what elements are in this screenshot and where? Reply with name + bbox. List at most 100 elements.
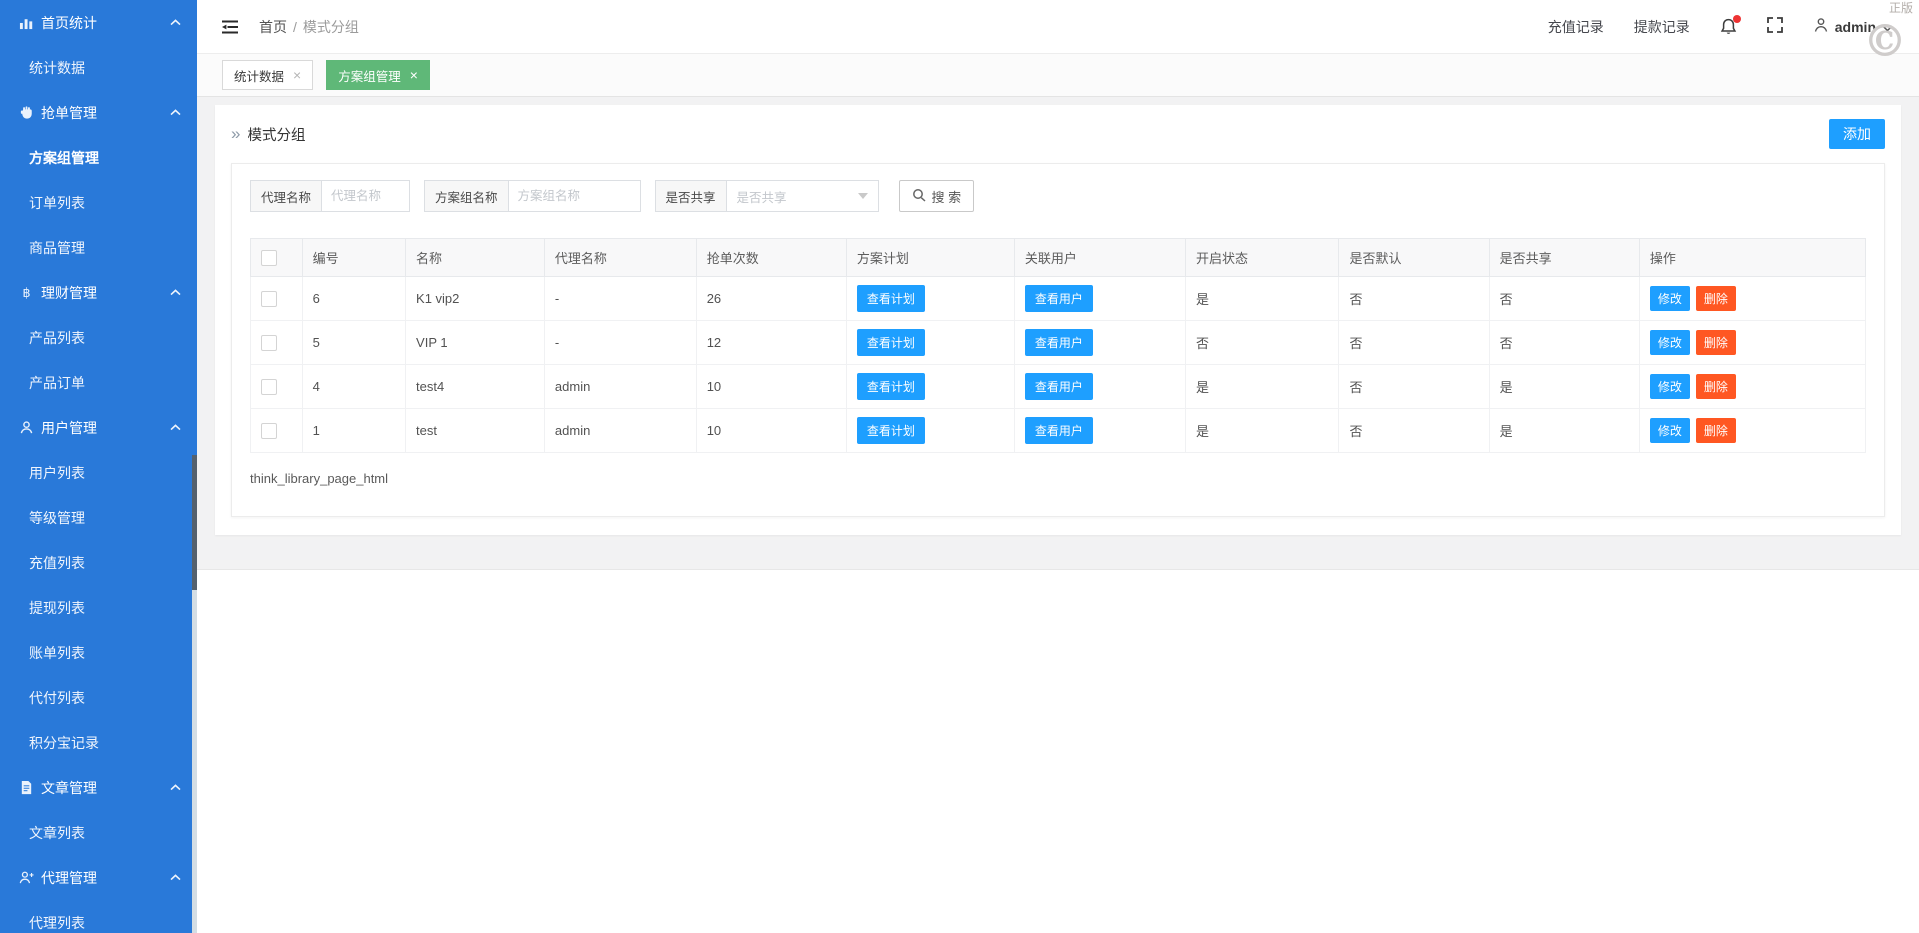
cell-agent: admin: [543, 364, 697, 409]
cell-status: 是: [1185, 408, 1340, 453]
sidebar-item-代理列表[interactable]: 代理列表: [0, 900, 197, 933]
column-header-抢单次数: 抢单次数: [695, 238, 847, 277]
delete-button[interactable]: 删除: [1695, 418, 1736, 443]
withdraw-records-link[interactable]: 提款记录: [1634, 17, 1690, 37]
sidebar-item-label: 方案组管理: [29, 149, 99, 166]
search-button-label: 搜 索: [931, 189, 962, 205]
sidebar-item-文章管理[interactable]: 文章管理: [0, 765, 197, 810]
sidebar-item-方案组管理[interactable]: 方案组管理: [0, 135, 197, 180]
view-users-button[interactable]: 查看用户: [1024, 417, 1093, 444]
agent-name-input[interactable]: [322, 180, 411, 212]
share-label: 是否共享: [654, 180, 727, 212]
view-plan-button[interactable]: 查看计划: [856, 417, 925, 444]
share-select-value: 是否共享: [736, 190, 787, 205]
view-plan-button[interactable]: 查看计划: [856, 373, 925, 400]
sidebar-item-提现列表[interactable]: 提现列表: [0, 585, 197, 630]
delete-button[interactable]: 删除: [1695, 286, 1736, 311]
cell-users: 查看用户: [1013, 276, 1187, 321]
notification-bell-icon[interactable]: [1720, 14, 1741, 36]
sidebar-item-统计数据[interactable]: 统计数据: [0, 45, 197, 90]
row-select-cell: [250, 320, 303, 365]
view-plan-button[interactable]: 查看计划: [856, 285, 925, 312]
chevron-up-icon: [170, 19, 181, 26]
cell-status: 是: [1185, 276, 1340, 321]
sidebar-item-label: 代理管理: [41, 869, 97, 886]
view-users-button[interactable]: 查看用户: [1024, 373, 1093, 400]
cell-actions: 修改 删除: [1638, 320, 1867, 365]
select-all-checkbox[interactable]: [261, 249, 277, 266]
fullscreen-icon[interactable]: [1766, 17, 1783, 36]
group-name-label: 方案组名称: [424, 180, 509, 212]
breadcrumb-home[interactable]: 首页: [259, 17, 287, 37]
sidebar-item-文章列表[interactable]: 文章列表: [0, 810, 197, 855]
edit-button[interactable]: 修改: [1649, 286, 1690, 311]
delete-button[interactable]: 删除: [1695, 374, 1736, 399]
cell-id: 5: [301, 320, 407, 365]
sidebar-item-理财管理[interactable]: ฿ 理财管理: [0, 270, 197, 315]
finance-icon: ฿: [18, 285, 34, 301]
sidebar-item-首页统计[interactable]: 首页统计: [0, 0, 197, 45]
sidebar-item-label: 商品管理: [29, 239, 85, 256]
add-button[interactable]: 添加: [1829, 119, 1885, 149]
footer-note: think_library_page_html: [250, 471, 389, 486]
sidebar-item-账单列表[interactable]: 账单列表: [0, 630, 197, 675]
row-checkbox[interactable]: [261, 290, 277, 307]
sidebar-item-充值列表[interactable]: 充值列表: [0, 540, 197, 585]
tab-统计数据[interactable]: 统计数据 ×: [222, 60, 314, 90]
svg-text:฿: ฿: [22, 286, 30, 300]
cell-status: 是: [1185, 364, 1340, 409]
view-users-button[interactable]: 查看用户: [1024, 329, 1093, 356]
user-avatar-icon: [1813, 17, 1829, 36]
topbar: 首页 / 模式分组 充值记录 提款记录 admin: [197, 0, 1919, 54]
group-name-input[interactable]: [508, 180, 641, 212]
search-button[interactable]: 搜 索: [898, 180, 975, 212]
cell-id: 1: [301, 408, 407, 453]
user-icon: [18, 420, 34, 436]
tab-close-icon[interactable]: ×: [293, 68, 301, 82]
view-plan-button[interactable]: 查看计划: [856, 329, 925, 356]
row-checkbox[interactable]: [261, 378, 277, 395]
sidebar-item-label: 订单列表: [29, 194, 85, 211]
watermark-copyright-icon: ©: [1863, 16, 1907, 67]
cell-plan: 查看计划: [845, 364, 1015, 409]
column-header-代理名称: 代理名称: [543, 238, 697, 277]
view-users-button[interactable]: 查看用户: [1024, 285, 1093, 312]
breadcrumb-current: 模式分组: [302, 18, 359, 35]
sidebar-item-积分宝记录[interactable]: 积分宝记录: [0, 720, 197, 765]
chevron-up-icon: [170, 784, 181, 791]
notification-dot: [1732, 14, 1741, 23]
tab-close-icon[interactable]: ×: [410, 68, 418, 82]
cell-plan: 查看计划: [845, 276, 1015, 321]
edit-button[interactable]: 修改: [1649, 374, 1690, 399]
cell-actions: 修改 删除: [1638, 276, 1867, 321]
topbar-right: 充值记录 提款记录 admin: [1548, 14, 1893, 37]
group-name-filter: 方案组名称: [424, 180, 641, 212]
edit-button[interactable]: 修改: [1649, 418, 1690, 443]
column-header-名称: 名称: [405, 238, 545, 277]
sidebar-item-产品订单[interactable]: 产品订单: [0, 360, 197, 405]
sidebar-toggle-icon[interactable]: [221, 19, 239, 35]
cell-status: 否: [1185, 320, 1340, 365]
cell-name: test: [405, 408, 545, 453]
share-select[interactable]: 是否共享: [726, 180, 879, 212]
sidebar-item-订单列表[interactable]: 订单列表: [0, 180, 197, 225]
sidebar-item-商品管理[interactable]: 商品管理: [0, 225, 197, 270]
row-checkbox[interactable]: [261, 422, 277, 439]
tab-方案组管理[interactable]: 方案组管理 ×: [326, 60, 430, 90]
edit-button[interactable]: 修改: [1649, 330, 1690, 355]
panel-header: » 模式分组 添加: [231, 119, 1885, 149]
cell-name: K1 vip2: [405, 276, 545, 321]
row-checkbox[interactable]: [261, 334, 277, 351]
sidebar-item-等级管理[interactable]: 等级管理: [0, 495, 197, 540]
sidebar-item-代理管理[interactable]: 代理管理: [0, 855, 197, 900]
sidebar-item-抢单管理[interactable]: 抢单管理: [0, 90, 197, 135]
sidebar-item-用户列表[interactable]: 用户列表: [0, 450, 197, 495]
sidebar-item-用户管理[interactable]: 用户管理: [0, 405, 197, 450]
cell-users: 查看用户: [1013, 364, 1187, 409]
delete-button[interactable]: 删除: [1695, 330, 1736, 355]
sidebar-item-代付列表[interactable]: 代付列表: [0, 675, 197, 720]
cell-default: 否: [1338, 320, 1490, 365]
table-header-row: 编号 名称 代理名称 抢单次数 方案计划 关联用户 开启状态 是否默认 是否共享 操作: [250, 238, 1867, 277]
sidebar-item-产品列表[interactable]: 产品列表: [0, 315, 197, 360]
recharge-records-link[interactable]: 充值记录: [1548, 17, 1604, 37]
